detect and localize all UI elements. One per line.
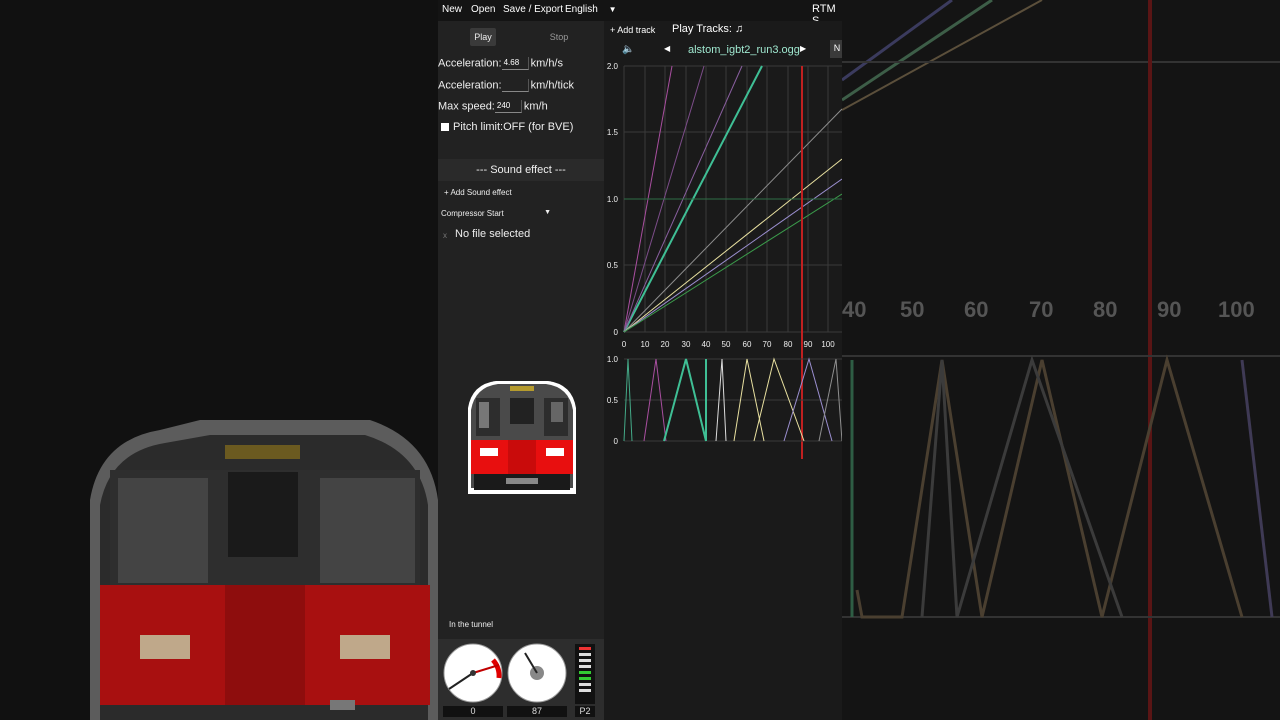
x-tick-label: 90 [804,340,813,349]
pitch-limit-label: Pitch limit:OFF (for BVE) [453,121,574,133]
acceleration-tick-row: Acceleration: km/h/tick [438,79,574,92]
acceleration-tick-input[interactable] [501,79,529,92]
speedometer-gauge [443,643,503,703]
acceleration-input[interactable]: 4.68 [501,57,529,70]
notch-indicator [575,644,595,704]
menu-bar: New Open Save / Export English ▼ RTM S [438,0,842,27]
sound-effect-header: --- Sound effect --- [438,159,604,181]
stop-button[interactable]: Stop [543,28,575,46]
menu-new[interactable]: New [442,4,462,15]
background-tick: 50 [900,297,925,322]
language-select[interactable]: English ▼ [565,4,617,15]
background-graph-image [842,0,1280,720]
y-tick-label: 1.5 [607,128,619,137]
train-image [468,381,576,494]
prev-track-icon[interactable]: ◀ [664,44,670,53]
gauge-panel: 0 87 P2 [438,639,604,720]
x-tick-label: 80 [784,340,793,349]
speed-readout: 0 [443,706,503,717]
x-tick-label: 100 [821,340,835,349]
acceleration-unit: km/h/s [530,57,563,70]
x-tick-label: 0 [622,340,627,349]
add-sound-effect-button[interactable]: + Add Sound effect [444,188,512,197]
location-status: In the tunnel [449,620,494,629]
y-tick-label: 0 [614,328,619,337]
y-tick-label: 1.0 [607,195,619,204]
file-status: No file selected [455,228,531,240]
background-tick: 100 [1218,297,1255,322]
remove-file-button[interactable]: x [443,231,447,240]
background-tick: 60 [964,297,989,322]
add-track-button[interactable]: + Add track [610,25,655,35]
x-tick-label: 40 [702,340,711,349]
menu-save-export[interactable]: Save / Export [503,4,563,15]
lower-y-tick-label: 1.0 [607,355,619,364]
pitch-limit-row: Pitch limit:OFF (for BVE) [438,121,573,133]
background-tick: 80 [1093,297,1118,322]
x-tick-label: 30 [682,340,691,349]
track-filename[interactable]: alstom_igbt2_run3.ogg [688,44,800,56]
lower-y-tick-label: 0 [614,437,619,446]
pitch-volume-graph: 2.0 1.5 1.0 0.5 0 0 10 20 30 40 50 60 70… [607,62,842,459]
control-panel: Play Stop Acceleration: 4.68 km/h/s Accele… [438,21,604,720]
acceleration-row: Acceleration: 4.68 km/h/s [438,57,563,70]
background-left [0,0,438,720]
sound-effect-select[interactable]: Compressor Start ▼ [441,209,551,218]
acceleration-label: Acceleration: [438,57,502,70]
acceleration-tick-label: Acceleration: [438,79,502,92]
play-tracks-label: Play Tracks: ♫ [672,23,743,35]
speaker-icon[interactable]: 🔈 [622,44,634,55]
lower-y-tick-label: 0.5 [607,396,619,405]
track-extra-button[interactable]: N [830,40,842,58]
notch-readout: P2 [575,706,595,717]
language-label: English [565,4,598,15]
next-track-icon[interactable]: ▶ [800,44,806,53]
chevron-down-icon: ▼ [544,209,551,216]
menu-open[interactable]: Open [471,4,495,15]
chevron-down-icon: ▼ [608,5,617,14]
app-window: New Open Save / Export English ▼ RTM S P… [438,0,842,720]
background-train-image [90,420,438,720]
y-tick-label: 2.0 [607,62,619,71]
x-tick-label: 70 [763,340,772,349]
play-tracks-text: Play Tracks: [672,23,732,35]
y-tick-label: 0.5 [607,261,619,270]
x-tick-label: 20 [661,340,670,349]
max-speed-unit: km/h [523,100,548,113]
background-tick: 40 [842,297,867,322]
background-tick: 70 [1029,297,1054,322]
max-speed-label: Max speed: [438,100,495,113]
background-right: 40 50 60 70 80 90 100 [842,0,1280,720]
x-tick-label: 50 [722,340,731,349]
max-speed-row: Max speed: 240 km/h [438,100,548,113]
pressure-gauge [507,643,567,703]
x-tick-label: 10 [641,340,650,349]
music-note-icon[interactable]: ♫ [735,23,743,35]
pressure-readout: 87 [507,706,567,717]
sound-effect-selected: Compressor Start [441,209,504,218]
acceleration-tick-unit: km/h/tick [530,79,574,92]
graph-panel: + Add track Play Tracks: ♫ 🔈 ◀ alstom_ig… [604,21,842,720]
background-tick: 90 [1157,297,1182,322]
x-tick-label: 60 [743,340,752,349]
pitch-limit-checkbox[interactable] [441,123,449,132]
max-speed-input[interactable]: 240 [494,100,522,113]
play-button[interactable]: Play [470,28,496,46]
